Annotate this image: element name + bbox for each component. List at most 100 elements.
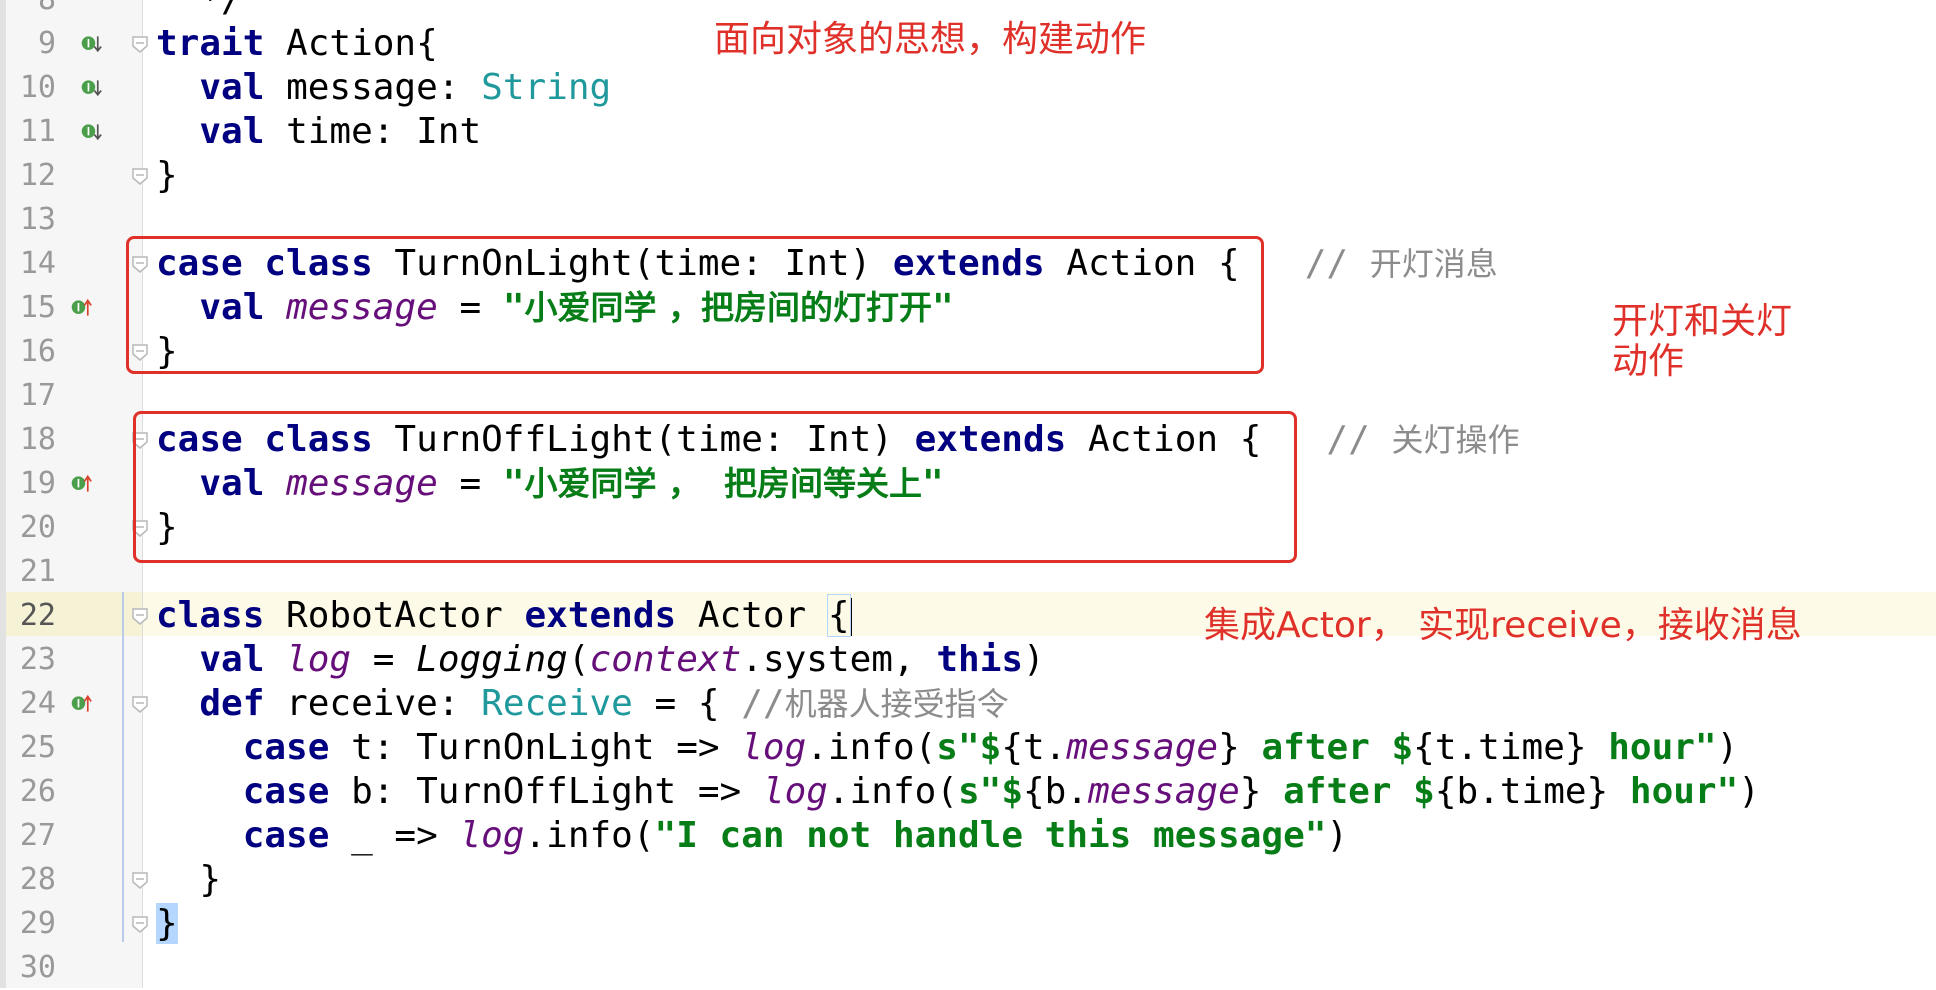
code-line[interactable]: 26 case b: TurnOffLight => log.info(s"${… [0, 770, 1936, 814]
code-string: hour" [1629, 771, 1739, 812]
code-token: = [351, 639, 417, 680]
code-token: message [1088, 771, 1240, 812]
line-number: 17 [19, 378, 56, 413]
implemented-marker-icon[interactable] [80, 121, 102, 143]
code-text[interactable]: class RobotActor extends Actor { [156, 594, 852, 638]
code-token: Actor [676, 595, 828, 636]
code-line[interactable]: 24 def receive: Receive = { //机器人接受指令 [0, 682, 1936, 726]
line-number: 19 [19, 466, 56, 501]
annotation-light-line1: 开灯和关灯 [1612, 301, 1793, 342]
code-text[interactable]: val message: String [156, 66, 611, 110]
code-comment: // [741, 683, 785, 724]
code-text[interactable]: def receive: Receive = { //机器人接受指令 [156, 682, 1008, 726]
code-token: ) [1738, 771, 1760, 812]
code-line[interactable]: 27 case _ => log.info("I can not handle … [0, 814, 1936, 858]
code-text[interactable]: */ [156, 0, 242, 22]
code-token: log [741, 727, 807, 768]
line-number: 10 [19, 70, 56, 105]
code-line[interactable]: 25 case t: TurnOnLight => log.info(s"${t… [0, 726, 1936, 770]
fold-marker-icon[interactable] [131, 694, 149, 714]
code-text[interactable]: case _ => log.info("I can not handle thi… [156, 814, 1348, 858]
code-token: message: [264, 67, 482, 108]
code-token: trait [156, 23, 265, 64]
line-number: 9 [37, 26, 56, 61]
line-number: 13 [19, 202, 56, 237]
code-token: this [936, 639, 1024, 680]
overrides-marker-icon[interactable] [70, 473, 92, 495]
code-text[interactable]: val log = Logging(context.system, this) [156, 638, 1045, 682]
fold-marker-icon[interactable] [131, 914, 149, 934]
code-token: String [481, 67, 612, 108]
code-token: Receive [481, 683, 633, 724]
code-token: ) [1023, 639, 1045, 680]
code-token: extends [524, 595, 677, 636]
overrides-marker-icon[interactable] [70, 297, 92, 319]
line-number: 25 [19, 730, 56, 765]
code-text[interactable]: trait Action{ [156, 22, 438, 66]
code-token: {b.time} [1434, 771, 1630, 812]
line-number: 24 [19, 686, 56, 721]
overrides-marker-icon[interactable] [70, 693, 92, 715]
code-text[interactable]: case t: TurnOnLight => log.info(s"${t.me… [156, 726, 1739, 770]
code-line[interactable]: 29} [0, 902, 1936, 946]
line-number: 22 [19, 598, 56, 633]
code-line[interactable]: 12} [0, 154, 1936, 198]
code-token: val [199, 111, 265, 152]
implemented-marker-icon[interactable] [80, 33, 102, 55]
annotation-oop: 面向对象的思想，构建动作 [714, 19, 1147, 60]
code-token: t: TurnOnLight => [329, 727, 742, 768]
code-token: } [156, 859, 222, 900]
code-string: after $ [1283, 771, 1435, 812]
code-token: } [1239, 771, 1284, 812]
code-text[interactable]: val time: Int [156, 110, 481, 154]
code-token: .info( [524, 815, 655, 856]
fold-marker-icon[interactable] [131, 34, 149, 54]
code-token: val [199, 67, 265, 108]
code-text[interactable]: } [156, 902, 178, 946]
implemented-marker-icon[interactable] [80, 77, 102, 99]
fold-marker-icon[interactable] [131, 166, 149, 186]
code-token: _ => [329, 815, 460, 856]
line-number: 27 [19, 818, 56, 853]
code-comment: // [1326, 419, 1392, 460]
code-string: after $ [1261, 727, 1414, 768]
turn-off-light-highlight-box [133, 411, 1297, 563]
code-token: ) [1326, 815, 1349, 856]
line-number: 8 [0, 0, 56, 22]
code-comment: 开灯消息 [1369, 245, 1498, 283]
code-token: case [242, 771, 330, 812]
code-comment: // [1304, 243, 1370, 284]
code-token: {t. [1001, 727, 1067, 768]
code-line[interactable]: 11 val time: Int [0, 110, 1936, 154]
code-token: time: Int [264, 111, 482, 152]
code-token: {b. [1023, 771, 1089, 812]
code-token: = { [632, 683, 742, 724]
code-token: case [242, 815, 330, 856]
code-token: Logging [416, 639, 568, 680]
code-token: .info( [827, 771, 958, 812]
code-token: receive: [264, 683, 482, 724]
fold-marker-icon[interactable] [131, 606, 149, 626]
code-line[interactable]: 10 val message: String [0, 66, 1936, 110]
code-comment: 关灯操作 [1391, 421, 1520, 459]
code-token: context [589, 639, 742, 680]
code-line[interactable]: 30 [0, 946, 1936, 990]
code-token: message [1066, 727, 1219, 768]
code-token: .system, [741, 639, 937, 680]
line-number: 16 [19, 334, 56, 369]
code-line[interactable]: 28 } [0, 858, 1936, 902]
code-token: log [762, 771, 828, 812]
fold-marker-icon[interactable] [131, 870, 149, 890]
code-token: case [242, 727, 330, 768]
code-text[interactable]: } [156, 154, 178, 198]
code-text[interactable]: case b: TurnOffLight => log.info(s"${b.m… [156, 770, 1760, 814]
line-number: 15 [19, 290, 56, 325]
code-text[interactable]: } [156, 858, 221, 902]
